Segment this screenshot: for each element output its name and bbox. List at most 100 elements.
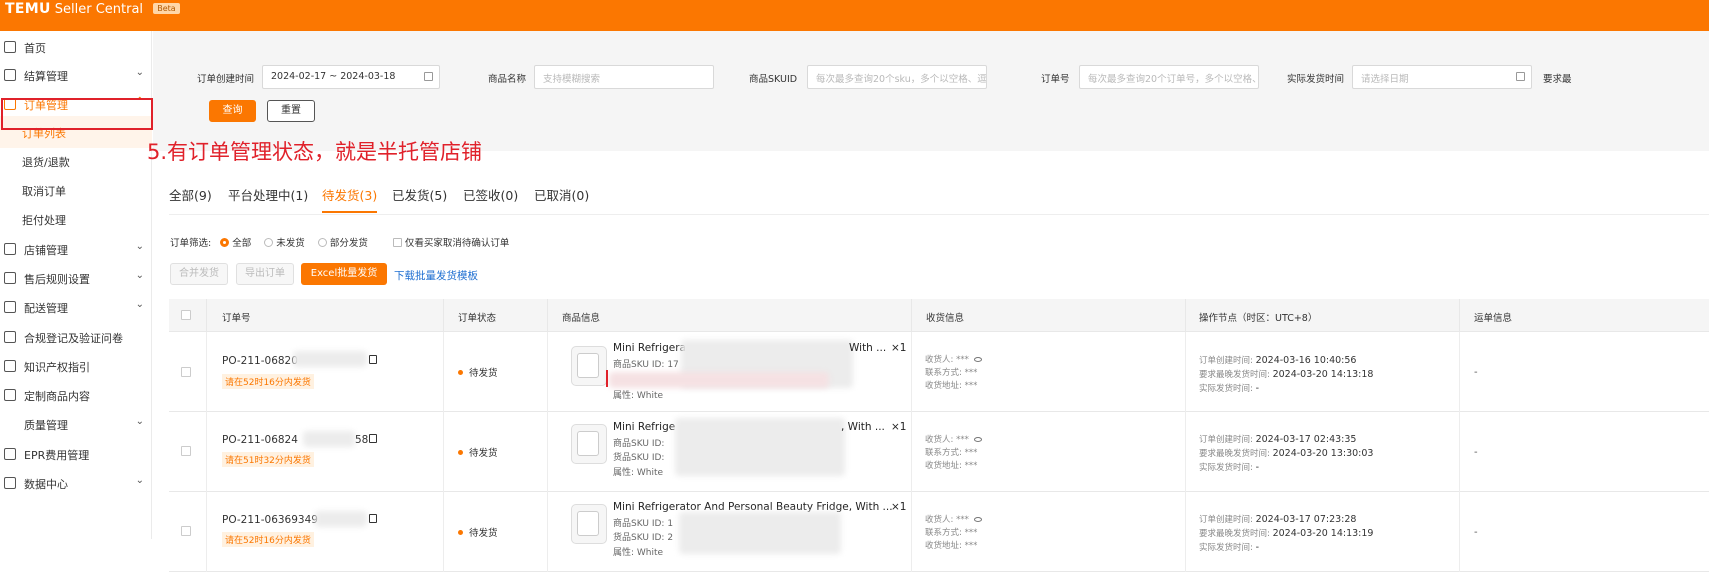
- redacted-region: [293, 351, 367, 367]
- eye-icon[interactable]: [973, 437, 982, 442]
- table-row: PO-211-06824 58 请在51时32分内发货 待发货 Mini Ref…: [169, 412, 1709, 492]
- row-checkbox[interactable]: [181, 526, 191, 536]
- filter-panel: 订单创建时间 2024-02-17 ~ 2024-03-18 商品名称 支持模糊…: [153, 31, 1709, 151]
- ship-time-input[interactable]: 请选择日期: [1352, 65, 1532, 89]
- merge-ship-button[interactable]: 合并发货: [170, 263, 228, 285]
- deadline-label: 要求最晚发货时间:: [1199, 370, 1270, 380]
- product-thumbnail[interactable]: [571, 346, 607, 386]
- sidebar-item-settlement[interactable]: 结算管理 ⌄: [0, 59, 152, 91]
- waybill-info: -: [1474, 447, 1478, 458]
- sidebar-subitem-cancel[interactable]: 取消订单: [0, 174, 152, 206]
- ip-icon: [4, 360, 16, 372]
- receiver-info: 收货人: *** 联系方式: *** 收货地址: ***: [925, 514, 982, 553]
- copy-icon[interactable]: [369, 514, 377, 523]
- deadline-label: 要求最晚发货时间:: [1199, 529, 1270, 539]
- order-number[interactable]: PO-211-06369349: [222, 514, 318, 526]
- tab-cancelled[interactable]: 已取消(0): [534, 185, 589, 211]
- radio-icon: [264, 238, 274, 247]
- wallet-icon: [4, 69, 16, 81]
- product-name-tail: , With ...: [841, 421, 885, 433]
- sidebar-item-label: 取消订单: [22, 185, 66, 198]
- sku-input[interactable]: 每次最多查询20个sku，多个以空格、逗号: [807, 65, 987, 89]
- sidebar-item-data[interactable]: 数据中心 ⌄: [0, 467, 152, 499]
- brand[interactable]: TEMU Seller Central Beta: [5, 1, 180, 17]
- filter-option-unshipped[interactable]: 未发货: [264, 238, 305, 249]
- calendar-icon: [424, 72, 433, 81]
- order-no-label: 订单号: [1041, 74, 1070, 85]
- excel-batch-ship-button[interactable]: Excel批量发货: [301, 263, 387, 285]
- product-name[interactable]: Mini Refrigera: [613, 342, 686, 354]
- copy-icon[interactable]: [369, 434, 377, 443]
- order-status: 待发货: [458, 445, 498, 459]
- export-orders-button[interactable]: 导出订单: [236, 263, 294, 285]
- deadline-label: 要求最晚发货时间:: [1199, 449, 1270, 459]
- quantity: ×1: [891, 342, 907, 354]
- sidebar-item-aftersale[interactable]: 售后规则设置 ⌄: [0, 262, 152, 294]
- receiver-contact: 联系方式: ***: [925, 448, 978, 458]
- tab-received[interactable]: 已签收(0): [463, 185, 518, 211]
- sidebar-item-label: 退货/退款: [22, 156, 70, 169]
- order-number[interactable]: PO-211-06820: [222, 355, 298, 367]
- row-checkbox[interactable]: [181, 367, 191, 377]
- order-status: 待发货: [458, 365, 498, 379]
- fridge-image: [577, 511, 599, 536]
- status-label: 待发货: [469, 528, 498, 539]
- copy-icon[interactable]: [369, 355, 377, 364]
- filter-option-all[interactable]: 全部: [220, 238, 251, 249]
- quantity: ×1: [891, 501, 907, 513]
- operation-info: 订单创建时间: 2024-03-17 02:43:35 要求最晚发货时间: 20…: [1199, 433, 1373, 475]
- filter-option-label: 全部: [232, 238, 252, 249]
- ship-deadline-badge: 请在51时32分内发货: [222, 452, 314, 467]
- sidebar-item-label: 合规登记及验证问卷: [24, 332, 123, 345]
- download-template-link[interactable]: 下载批量发货模板: [394, 268, 478, 283]
- quantity: ×1: [891, 421, 907, 433]
- create-time-range-input[interactable]: 2024-02-17 ~ 2024-03-18: [262, 65, 440, 89]
- waybill-info: -: [1474, 367, 1478, 378]
- order-no-input[interactable]: 每次最多查询20个订单号，多个以空格、逗: [1079, 65, 1259, 89]
- product-name-input[interactable]: 支持模糊搜索: [534, 65, 714, 89]
- temu-logo: TEMU: [5, 1, 51, 17]
- status-label: 待发货: [469, 448, 498, 459]
- product-name[interactable]: Mini Refrige: [613, 421, 675, 433]
- select-all-checkbox[interactable]: [181, 310, 191, 320]
- redacted-region: [679, 512, 841, 554]
- product-attribute: 属性: White: [613, 548, 664, 558]
- tab-shipped[interactable]: 已发货(5): [392, 185, 447, 211]
- sku-id: 商品SKU ID: 1: [613, 516, 673, 529]
- tab-all[interactable]: 全部(9): [169, 185, 212, 211]
- sidebar-item-custom[interactable]: 定制商品内容: [0, 379, 152, 411]
- ship-deadline-badge: 请在52时16分内发货: [222, 532, 314, 547]
- radio-icon: [317, 238, 327, 247]
- sidebar-item-epr[interactable]: EPR费用管理: [0, 438, 152, 470]
- tab-to-ship[interactable]: 待发货(3): [322, 185, 378, 213]
- filter-option-partial[interactable]: 部分发货: [317, 238, 368, 249]
- annotation-highlight-box: [1, 98, 153, 130]
- query-button[interactable]: 查询: [209, 100, 256, 122]
- fridge-image: [577, 431, 599, 456]
- reset-button[interactable]: 重置: [267, 100, 315, 122]
- sku-value: 17: [667, 360, 679, 370]
- order-status: 待发货: [458, 525, 498, 539]
- order-number[interactable]: PO-211-06824: [222, 434, 298, 446]
- sidebar-item-delivery[interactable]: 配送管理 ⌄: [0, 291, 152, 323]
- buyer-cancel-checkbox[interactable]: 仅看买家取消待确认订单: [392, 238, 509, 249]
- product-thumbnail[interactable]: [571, 424, 607, 464]
- sidebar-item-compliance[interactable]: 合规登记及验证问卷: [0, 321, 152, 353]
- sidebar-subitem-chargeback[interactable]: 拒付处理: [0, 203, 152, 235]
- ship-time-label: 实际发货时间: [1287, 74, 1345, 85]
- row-checkbox[interactable]: [181, 446, 191, 456]
- table-row: PO-211-06820 请在52时16分内发货 待发货 Mini Refrig…: [169, 332, 1709, 412]
- sidebar-subitem-returns[interactable]: 退货/退款: [0, 145, 152, 177]
- sidebar-item-quality[interactable]: 质量管理 ⌄: [0, 408, 152, 440]
- tab-processing[interactable]: 平台处理中(1): [228, 185, 308, 211]
- sidebar-item-ip[interactable]: 知识产权指引: [0, 350, 152, 382]
- status-label: 待发货: [469, 368, 498, 379]
- sidebar-item-store[interactable]: 店铺管理 ⌄: [0, 233, 152, 265]
- eye-icon[interactable]: [973, 517, 982, 522]
- product-thumbnail[interactable]: [571, 504, 607, 544]
- shipped-time-value: -: [1255, 462, 1260, 473]
- shipped-time-label: 实际发货时间:: [1199, 463, 1253, 473]
- sidebar-item-label: 配送管理: [24, 302, 68, 315]
- eye-icon[interactable]: [973, 357, 982, 362]
- deadline-value: 2024-03-20 14:13:18: [1272, 369, 1374, 380]
